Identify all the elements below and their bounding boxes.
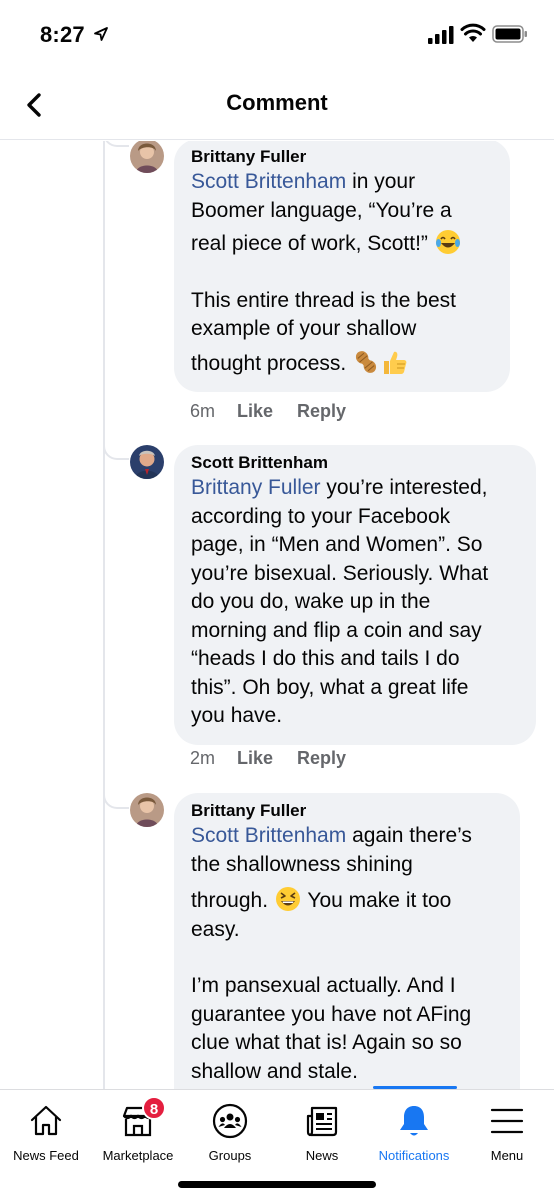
comment-text: according to your Facebook — [191, 504, 451, 528]
page-title: Comment — [226, 90, 328, 115]
comment-bubble[interactable]: Scott Brittenham Brittany Fuller you’re … — [174, 445, 536, 745]
tab-marketplace[interactable]: 8 Marketplace — [92, 1090, 184, 1170]
comment-text: real piece of work, Scott!” — [191, 232, 428, 255]
comment-text: Boomer language, “You’re a — [191, 198, 452, 222]
reply-connector — [103, 442, 129, 460]
peanut-emoji-icon — [356, 350, 377, 373]
comment-bubble[interactable]: Brittany Fuller Scott Brittenham again t… — [174, 793, 520, 1089]
avatar-photo-icon — [130, 445, 164, 479]
comment-thread[interactable]: Brittany Fuller Scott Brittenham in your… — [0, 141, 554, 1089]
battery-icon — [492, 25, 527, 43]
avatar[interactable] — [130, 793, 164, 827]
groups-icon — [212, 1103, 248, 1139]
comment-text: clue what that is! Again so so — [191, 1031, 462, 1054]
comment-body: Brittany Fuller you’re interested, accor… — [191, 474, 520, 731]
comment-time: 6m — [190, 401, 216, 421]
comment-text: this”. Oh boy, what a great life — [191, 675, 469, 699]
comment-time: 2m — [190, 748, 216, 768]
tab-label: Notifications — [378, 1148, 450, 1163]
comment-text: thought process. — [191, 351, 347, 375]
comment-text: through. — [191, 889, 269, 912]
comment-author[interactable]: Brittany Fuller — [191, 800, 504, 822]
comment-bubble[interactable]: Brittany Fuller Scott Brittenham in your… — [174, 141, 510, 392]
comment-text: easy. — [191, 917, 240, 941]
header: Comment — [0, 70, 554, 140]
tab-news[interactable]: News — [276, 1090, 368, 1170]
wifi-icon — [460, 23, 486, 42]
avatar-photo-icon — [130, 141, 164, 173]
bell-icon — [400, 1106, 428, 1136]
comment-actions: 2m Like Reply — [190, 748, 370, 769]
mention-link[interactable]: Scott Brittenham — [191, 170, 346, 193]
comment-text: the shallowness shining — [191, 852, 413, 876]
tab-menu[interactable]: Menu — [460, 1090, 554, 1170]
status-bar: 8:27 — [0, 0, 554, 70]
comment-actions: 6m Like Reply — [190, 401, 370, 422]
avatar-photo-icon — [130, 793, 164, 827]
comment-text: you have. — [191, 704, 283, 727]
thumbs-up-emoji-icon — [384, 351, 407, 374]
tab-label: News — [305, 1148, 339, 1163]
comment-text: do you do, wake up in the — [191, 590, 431, 613]
comment-text: again there’s — [346, 824, 472, 847]
mention-link[interactable]: Brittany Fuller — [191, 476, 321, 499]
grinning-squinting-emoji-icon — [275, 887, 300, 911]
tab-label: News Feed — [13, 1148, 79, 1163]
menu-icon — [490, 1108, 524, 1134]
like-button[interactable]: Like — [237, 748, 273, 769]
avatar[interactable] — [130, 141, 164, 173]
mention-link[interactable]: Scott Brittenham — [191, 824, 346, 847]
laughing-tears-emoji-icon — [435, 230, 460, 254]
comment-body: Scott Brittenham again there’s the shall… — [191, 822, 504, 1086]
comment-text: You make it too — [301, 889, 452, 912]
cellular-signal-icon — [428, 26, 454, 44]
tab-news-feed[interactable]: News Feed — [0, 1090, 92, 1170]
comment-text: example of your shallow — [191, 317, 417, 340]
home-indicator[interactable] — [178, 1181, 376, 1188]
comment-author[interactable]: Scott Brittenham — [191, 452, 520, 474]
comment-text: guarantee you have not AFing — [191, 1002, 472, 1026]
like-button[interactable]: Like — [237, 401, 273, 422]
notification-badge: 8 — [142, 1096, 166, 1120]
comment-text: “heads I do this and tails I do — [191, 647, 460, 670]
comment-text: This entire thread is the best — [191, 288, 456, 312]
tab-label: Marketplace — [102, 1148, 174, 1163]
tab-label: Menu — [490, 1148, 524, 1163]
home-icon — [30, 1105, 62, 1136]
comment-text: page, in “Men and Women”. So — [191, 533, 483, 556]
comment-text: shallow and stale. — [191, 1059, 358, 1083]
comment-author[interactable]: Brittany Fuller — [191, 146, 494, 168]
reply-button[interactable]: Reply — [297, 401, 346, 422]
comment-text: you’re interested, — [320, 476, 488, 499]
avatar[interactable] — [130, 445, 164, 479]
comment-text: morning and flip a coin and say — [191, 618, 482, 642]
thread-line — [103, 141, 105, 1089]
reply-connector — [103, 141, 129, 147]
comment-text: I’m pansexual actually. And I — [191, 974, 456, 997]
comment-body: Scott Brittenham in your Boomer language… — [191, 168, 494, 378]
location-arrow-icon — [94, 27, 108, 41]
news-icon — [306, 1106, 338, 1137]
reply-connector — [103, 791, 129, 809]
comment-text: in your — [346, 170, 416, 193]
tab-groups[interactable]: Groups — [184, 1090, 276, 1170]
tab-label: Groups — [208, 1148, 252, 1163]
tab-notifications[interactable]: Notifications — [368, 1090, 460, 1170]
comment-text: you’re bisexual. Seriously. What — [191, 561, 489, 585]
status-time: 8:27 — [40, 22, 85, 47]
reply-button[interactable]: Reply — [297, 748, 346, 769]
